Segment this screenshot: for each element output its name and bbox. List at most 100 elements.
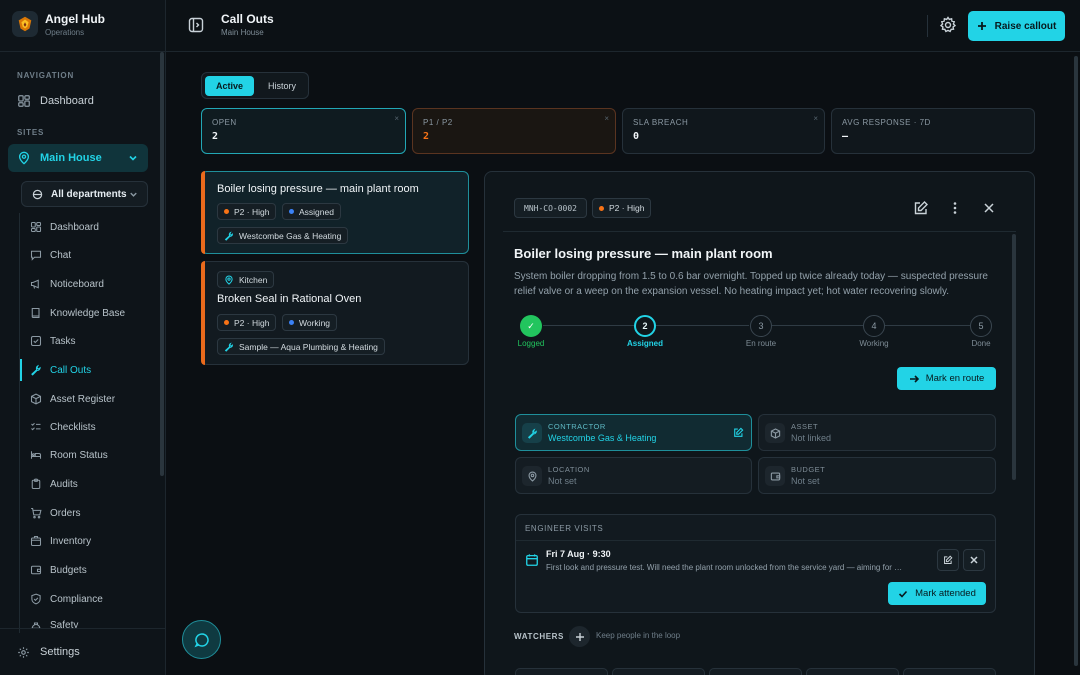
sidebar-item-checklists[interactable]: Checklists: [20, 416, 148, 438]
tab-history[interactable]: History: [257, 76, 307, 96]
more-options-icon[interactable]: [947, 200, 963, 216]
stat-avg-response: AVG RESPONSE · 7D —: [831, 108, 1035, 154]
priority-text: P2 · High: [234, 317, 270, 328]
stat-value: 0: [633, 131, 640, 142]
priority-dot: [599, 205, 604, 211]
step-done: 5: [970, 315, 992, 337]
edit-icon[interactable]: [913, 200, 929, 216]
app-logo-icon: [12, 11, 38, 37]
department-selector[interactable]: All departments: [21, 181, 148, 207]
sidebar-item-tasks[interactable]: Tasks: [20, 330, 148, 352]
callout-card[interactable]: Boiler losing pressure — main plant room…: [201, 171, 469, 254]
step-label: Done: [971, 339, 991, 348]
clear-filter-icon[interactable]: ×: [813, 114, 818, 123]
sidebar-item-noticeboard[interactable]: Noticeboard: [20, 273, 148, 295]
chat-bubble-icon: [193, 632, 209, 647]
sidebar-item-compliance[interactable]: Compliance: [20, 588, 148, 610]
tile-label: BUDGET: [791, 465, 826, 474]
checklist-icon: [31, 422, 41, 431]
sidebar-toggle-icon[interactable]: [188, 17, 204, 33]
mark-attended-button[interactable]: Mark attended: [888, 582, 986, 605]
sidebar-item-budgets[interactable]: Budgets: [20, 559, 148, 581]
close-icon[interactable]: [981, 200, 997, 216]
action-tab[interactable]: [515, 668, 608, 675]
raise-callout-button[interactable]: Raise callout: [968, 11, 1065, 41]
navigation-section-label: NAVIGATION: [17, 71, 75, 80]
box-icon: [30, 393, 42, 405]
step-en-route: 3: [750, 315, 772, 337]
sidebar-item-asset-register[interactable]: Asset Register: [20, 388, 148, 410]
tab-active[interactable]: Active: [205, 76, 254, 96]
remove-visit-button[interactable]: [963, 549, 985, 571]
mark-attended-label: Mark attended: [915, 588, 976, 599]
sidebar-item-label: Noticeboard: [50, 278, 104, 290]
sidebar-item-audits[interactable]: Audits: [20, 473, 148, 495]
action-tab[interactable]: [709, 668, 802, 675]
chat-fab-button[interactable]: [182, 620, 221, 659]
detail-scrollbar[interactable]: [1012, 234, 1016, 480]
clear-filter-icon[interactable]: ×: [394, 114, 399, 123]
status-text: Assigned: [299, 206, 334, 217]
visit-date: Fri 7 Aug · 9:30: [546, 549, 611, 559]
edit-visit-button[interactable]: [937, 549, 959, 571]
page-subtitle: Main House: [221, 28, 264, 37]
status-badge: Assigned: [282, 203, 341, 220]
action-tab[interactable]: [903, 668, 996, 675]
visits-title: ENGINEER VISITS: [525, 524, 604, 533]
main-scrollbar[interactable]: [1074, 56, 1078, 666]
sidebar-item-dashboard[interactable]: Dashboard: [20, 216, 148, 238]
contractor-tile[interactable]: CONTRACTOR Westcombe Gas & Heating: [515, 414, 752, 451]
watchers-hint: Keep people in the loop: [596, 631, 681, 640]
sidebar-item-label: Audits: [50, 478, 78, 490]
status-dot: [289, 320, 294, 325]
step-label: Assigned: [626, 339, 663, 348]
step-label: Working: [859, 339, 889, 348]
priority-badge: P2 · High: [217, 203, 277, 220]
stat-value: —: [842, 131, 849, 142]
contractor-text: Sample — Aqua Plumbing & Heating: [239, 341, 378, 352]
clear-filter-icon[interactable]: ×: [604, 114, 609, 123]
sidebar-item-orders[interactable]: Orders: [20, 502, 148, 524]
close-icon: [970, 556, 978, 564]
settings-link[interactable]: Settings: [0, 628, 166, 675]
detail-description: System boiler dropping from 1.5 to 0.6 b…: [514, 271, 988, 297]
gear-icon[interactable]: [939, 16, 957, 34]
budget-tile[interactable]: BUDGET Not set: [758, 457, 996, 494]
chevron-down-icon: [130, 192, 137, 197]
sidebar-item-knowledge-base[interactable]: Knowledge Base: [20, 302, 148, 324]
location-tile[interactable]: LOCATION Not set: [515, 457, 752, 494]
asset-tile[interactable]: ASSET Not linked: [758, 414, 996, 451]
engineer-visits-panel: ENGINEER VISITS Fri 7 Aug · 9:30 First l…: [515, 514, 996, 613]
checkbox-icon: [30, 335, 42, 347]
sidebar-item-safety[interactable]: Safety: [20, 616, 148, 628]
step-assigned: 2: [634, 315, 656, 337]
stat-p1-p2[interactable]: P1 / P2 2 ×: [412, 108, 616, 154]
callout-card[interactable]: Kitchen Broken Seal in Rational Oven P2 …: [201, 261, 469, 365]
action-tab[interactable]: [806, 668, 899, 675]
sidebar-item-label: Dashboard: [50, 221, 99, 233]
sidebar-item-chat[interactable]: Chat: [20, 244, 148, 266]
sidebar-scrollbar[interactable]: [160, 52, 164, 476]
location-badge: Kitchen: [217, 271, 275, 288]
edit-icon[interactable]: [733, 427, 744, 438]
raise-callout-label: Raise callout: [994, 20, 1057, 32]
action-tab[interactable]: [612, 668, 705, 675]
location-text: Kitchen: [239, 274, 268, 285]
sidebar-item-call-outs[interactable]: Call Outs: [20, 359, 148, 381]
hardhat-icon: [31, 622, 41, 628]
mark-en-route-button[interactable]: Mark en route: [897, 367, 996, 390]
sidebar-item-inventory[interactable]: Inventory: [20, 530, 148, 552]
add-watcher-button[interactable]: [569, 626, 590, 647]
stat-value: 2: [212, 131, 219, 142]
sidebar-item-label: Budgets: [50, 564, 87, 576]
priority-text: P2 · High: [609, 203, 645, 213]
sidebar-item-label: Compliance: [50, 593, 103, 605]
site-selector[interactable]: Main House: [8, 144, 148, 172]
chevron-down-icon: [129, 155, 137, 161]
stat-value: 2: [423, 131, 430, 142]
progress-line: [543, 325, 634, 326]
stat-open[interactable]: OPEN 2 ×: [201, 108, 406, 154]
stat-sla-breach[interactable]: SLA BREACH 0 ×: [622, 108, 825, 154]
sidebar-item-room-status[interactable]: Room Status: [20, 444, 148, 466]
nav-dashboard[interactable]: Dashboard: [8, 88, 148, 114]
